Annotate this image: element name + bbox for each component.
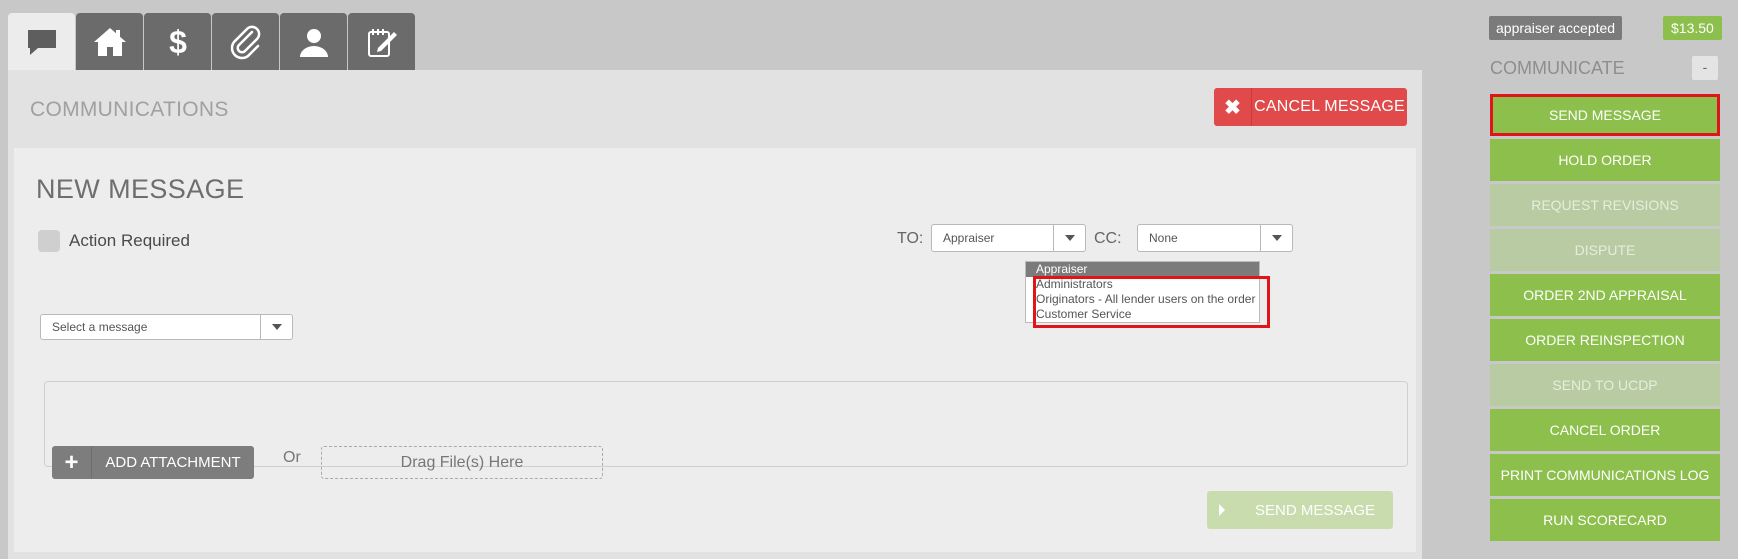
- add-attachment-button[interactable]: + ADD ATTACHMENT: [52, 446, 254, 479]
- panel-title: COMMUNICATIONS: [30, 98, 229, 121]
- collapse-button[interactable]: -: [1692, 56, 1718, 80]
- tab-property[interactable]: [76, 13, 143, 70]
- message-template-value: Select a message: [52, 320, 148, 334]
- chevron-down-icon: [1260, 225, 1292, 251]
- status-badge: appraiser accepted: [1489, 16, 1623, 40]
- action-send-message[interactable]: SEND MESSAGE: [1490, 94, 1720, 136]
- action-run-scorecard[interactable]: RUN SCORECARD: [1490, 499, 1720, 541]
- chevron-down-icon: [1053, 225, 1085, 251]
- cc-value: None: [1149, 231, 1178, 245]
- tab-billing[interactable]: $: [144, 13, 211, 70]
- svg-text:$: $: [169, 24, 187, 60]
- to-label: TO:: [897, 230, 924, 247]
- action-print-communications-log[interactable]: PRINT COMMUNICATIONS LOG: [1490, 454, 1720, 496]
- action-order-2nd-appraisal[interactable]: ORDER 2ND APPRAISAL: [1490, 274, 1720, 316]
- notepad-icon: [367, 28, 397, 57]
- action-order-reinspection[interactable]: ORDER REINSPECTION: [1490, 319, 1720, 361]
- to-select[interactable]: Appraiser: [931, 224, 1086, 252]
- action-cancel-order[interactable]: CANCEL ORDER: [1490, 409, 1720, 451]
- send-message-button[interactable]: SEND MESSAGE: [1207, 491, 1393, 529]
- action-required-label: Action Required: [69, 231, 190, 250]
- to-option[interactable]: Appraiser: [1026, 262, 1259, 277]
- home-icon: [93, 27, 126, 56]
- close-icon: ✖: [1214, 88, 1252, 126]
- action-list: SEND MESSAGE HOLD ORDER REQUEST REVISION…: [1490, 94, 1720, 544]
- to-value: Appraiser: [943, 231, 995, 245]
- action-required-checkbox[interactable]: [38, 230, 60, 252]
- action-hold-order[interactable]: HOLD ORDER: [1490, 139, 1720, 181]
- cc-label: CC:: [1094, 230, 1122, 247]
- action-send-to-ucdp: SEND TO UCDP: [1490, 364, 1720, 406]
- price-badge: $13.50: [1663, 16, 1722, 40]
- new-message-form: NEW MESSAGE Action Required Select a mes…: [14, 148, 1416, 552]
- cancel-message-label: CANCEL MESSAGE: [1254, 98, 1405, 115]
- paperclip-icon: [230, 25, 260, 59]
- communicate-title: COMMUNICATE: [1490, 58, 1625, 78]
- action-dispute: DISPUTE: [1490, 229, 1720, 271]
- chevron-down-icon: [260, 315, 292, 339]
- play-icon: [1207, 491, 1237, 529]
- chat-icon: [27, 29, 56, 55]
- tab-contacts[interactable]: [280, 13, 347, 70]
- send-message-label: SEND MESSAGE: [1254, 501, 1376, 519]
- action-request-revisions: REQUEST REVISIONS: [1490, 184, 1720, 226]
- form-title: NEW MESSAGE: [36, 174, 245, 204]
- tab-attachments[interactable]: [212, 13, 279, 70]
- tab-communications[interactable]: [8, 13, 75, 70]
- message-template-select[interactable]: Select a message: [40, 314, 293, 340]
- or-label: Or: [283, 449, 301, 466]
- tab-bar: $: [8, 13, 416, 70]
- cancel-message-button[interactable]: ✖ CANCEL MESSAGE: [1214, 88, 1407, 126]
- dollar-icon: $: [169, 24, 187, 60]
- plus-icon: +: [52, 446, 92, 479]
- options-highlight: [1033, 276, 1270, 328]
- cc-select[interactable]: None: [1137, 224, 1293, 252]
- user-icon: [299, 28, 328, 57]
- add-attachment-label: ADD ATTACHMENT: [105, 454, 241, 471]
- action-required[interactable]: Action Required: [38, 230, 190, 252]
- tab-notes[interactable]: [348, 13, 415, 70]
- file-drop-zone[interactable]: Drag File(s) Here: [321, 446, 603, 479]
